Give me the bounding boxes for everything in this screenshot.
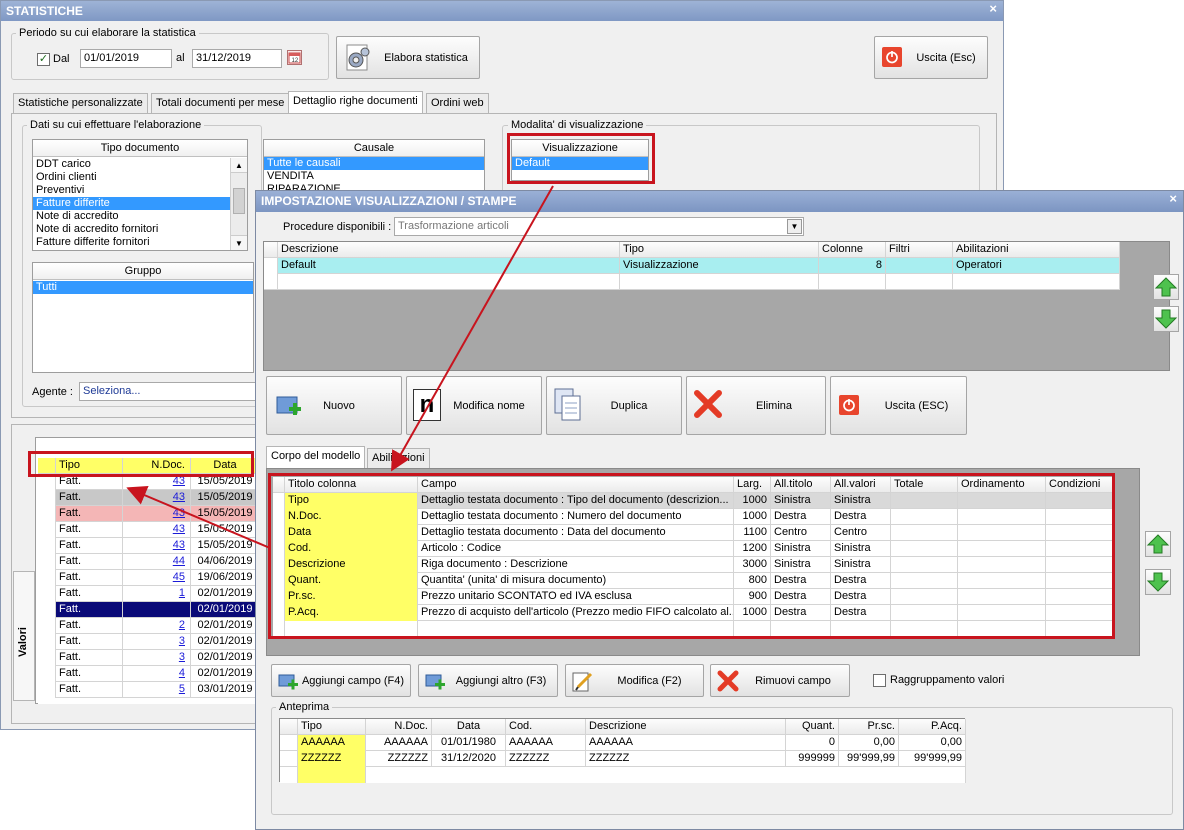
arrow-grid-to-results xyxy=(126,485,271,549)
annotation-arrows xyxy=(126,185,554,549)
arrow-visualizzazione-to-grid xyxy=(391,185,554,472)
